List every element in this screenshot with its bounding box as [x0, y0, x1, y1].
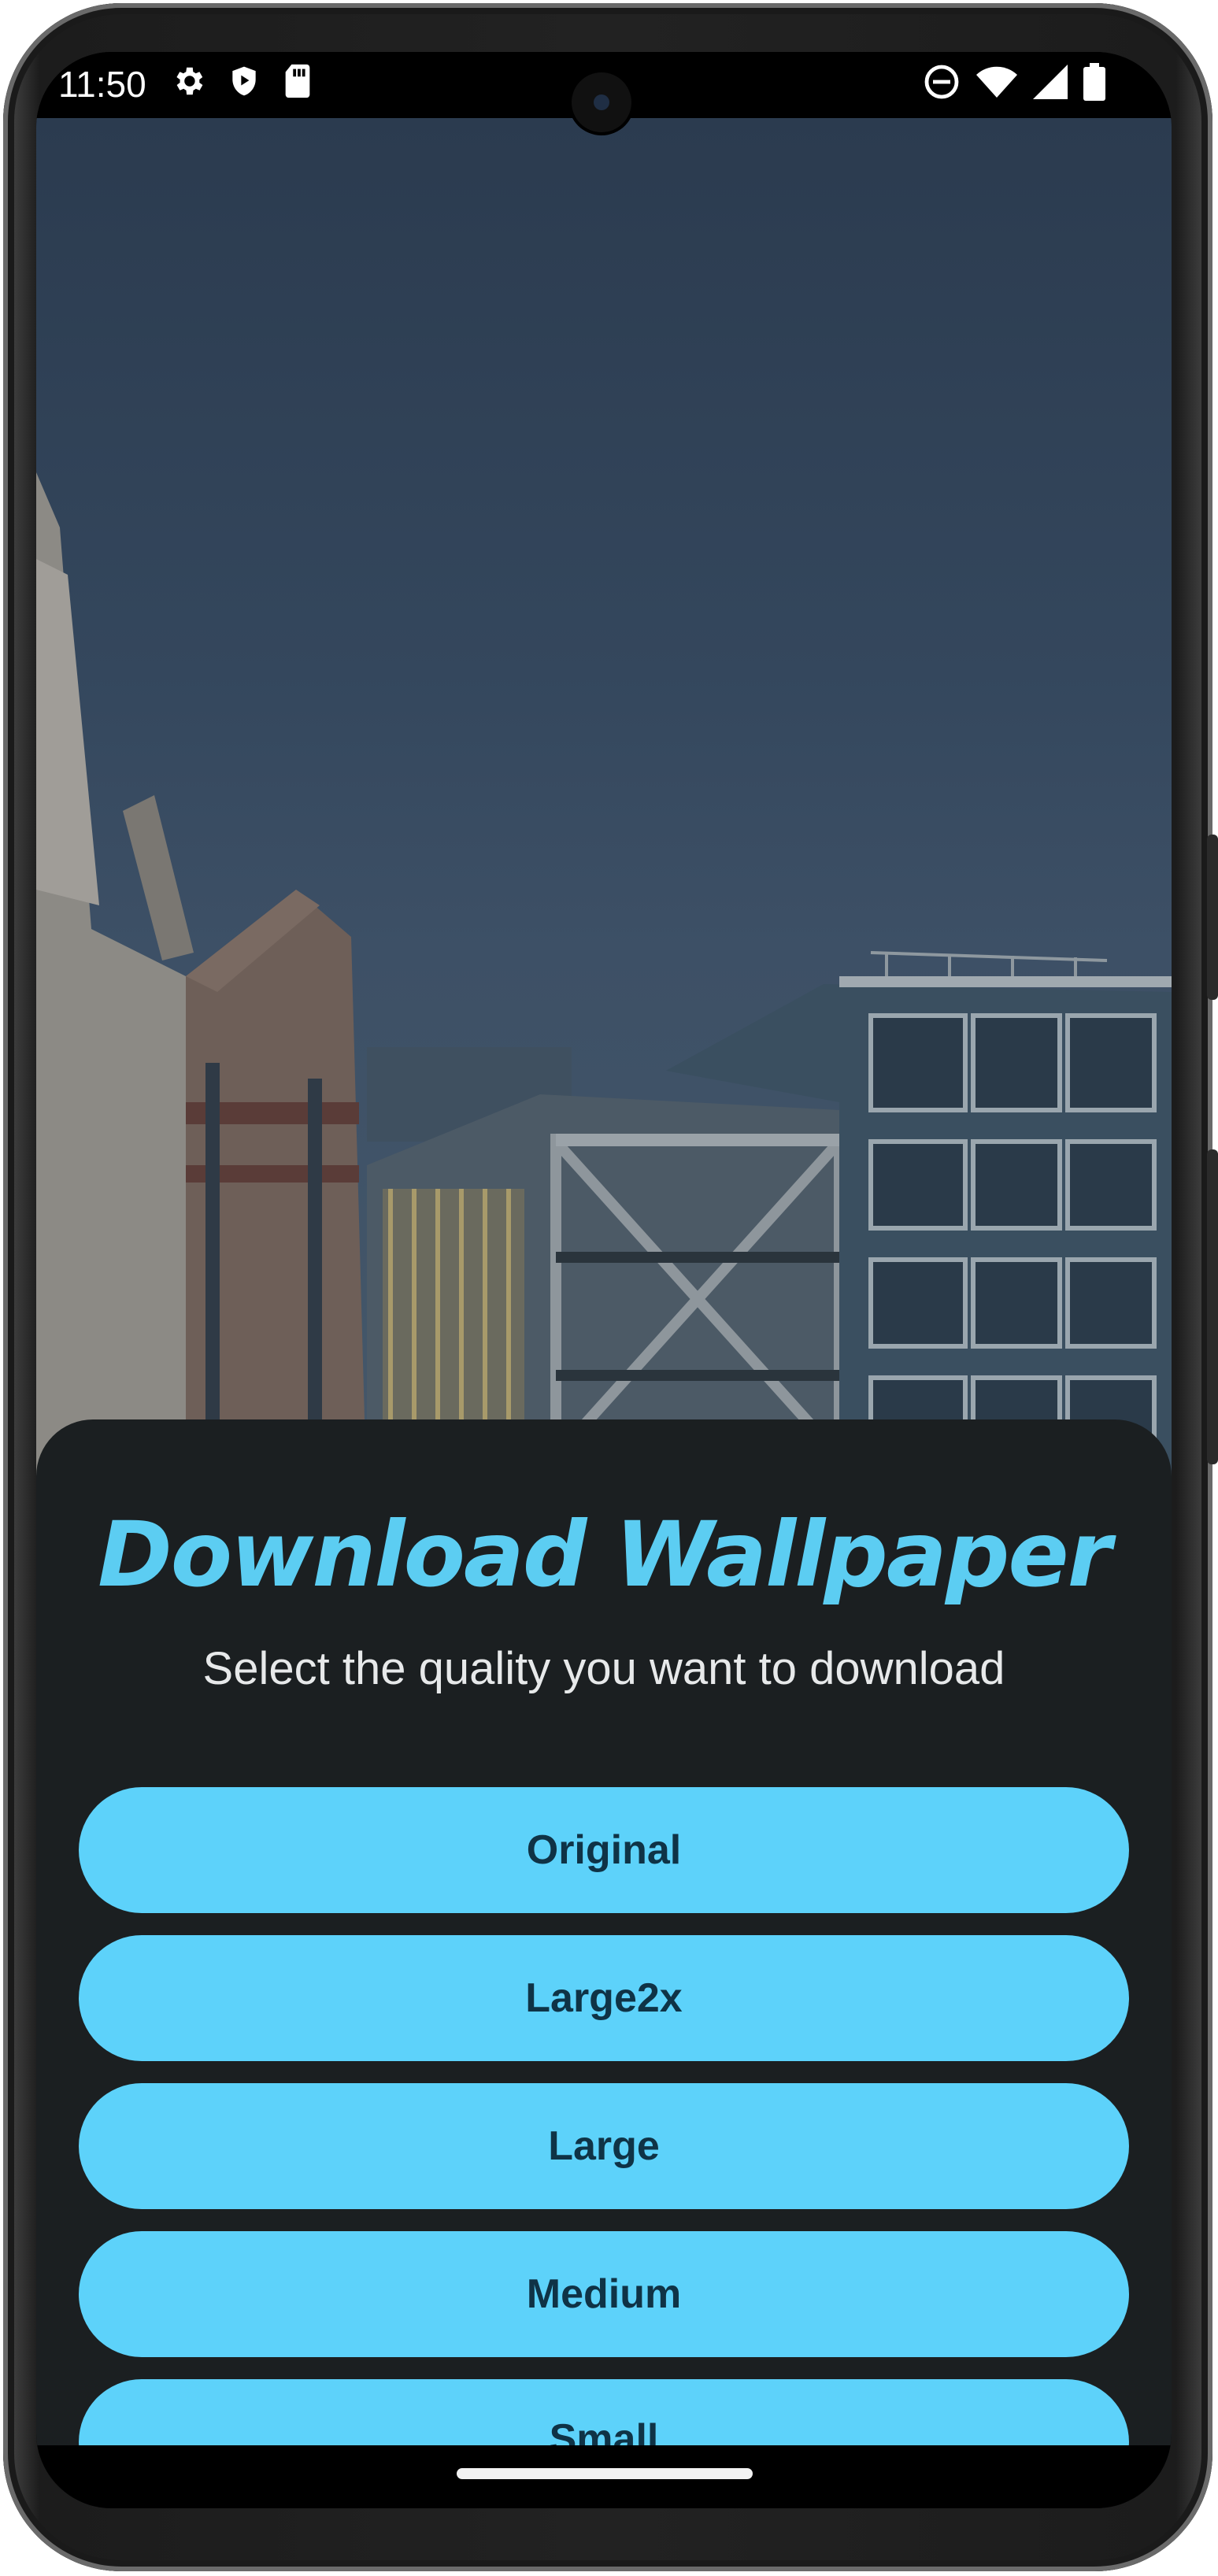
large2x-button[interactable]: Large2x: [79, 1935, 1129, 2061]
signal-icon: [1033, 64, 1068, 100]
status-icons-left: [170, 63, 313, 99]
do-not-disturb-icon: [923, 63, 961, 101]
medium-button[interactable]: Medium: [79, 2231, 1129, 2357]
battery-icon: [1083, 63, 1105, 101]
settings-gear-icon: [170, 63, 206, 99]
original-button[interactable]: Original: [79, 1787, 1129, 1913]
dialog-subtitle: Select the quality you want to download: [202, 1643, 1005, 1694]
dialog-title: Download Wallpaper: [98, 1502, 1112, 1607]
status-bar: 11:50: [36, 52, 1172, 132]
volume-button: [1207, 835, 1218, 1000]
front-camera: [572, 72, 631, 132]
large-button[interactable]: Large: [79, 2083, 1129, 2209]
status-time: 11:50: [58, 64, 146, 105]
wallpaper-image: [36, 118, 1172, 1504]
status-icons-right: [923, 63, 1105, 101]
wifi-icon: [976, 64, 1017, 100]
home-gesture-handle[interactable]: [457, 2468, 753, 2479]
shield-play-icon: [227, 63, 261, 99]
screen: 11:50 Download Wallpaper Select the qual…: [36, 52, 1172, 2508]
sd-card-icon: [282, 63, 313, 99]
power-button: [1207, 1149, 1218, 1464]
